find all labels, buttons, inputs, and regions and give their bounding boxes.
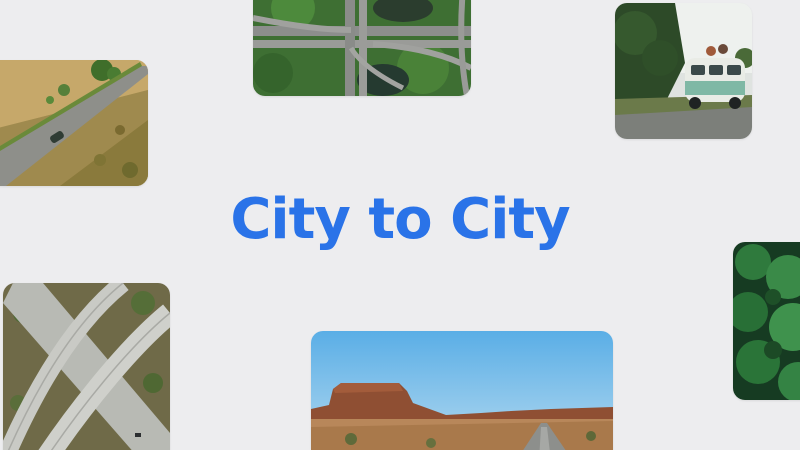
forest-canopy-photo (733, 242, 800, 400)
overpass-photo (3, 283, 170, 450)
countryside-road-photo (0, 60, 148, 186)
highway-interchange-photo (253, 0, 471, 96)
vintage-van-photo (615, 3, 752, 139)
desert-road-photo (311, 331, 613, 450)
page-title: City to City (230, 187, 570, 252)
slide-canvas: City to City (0, 0, 800, 450)
